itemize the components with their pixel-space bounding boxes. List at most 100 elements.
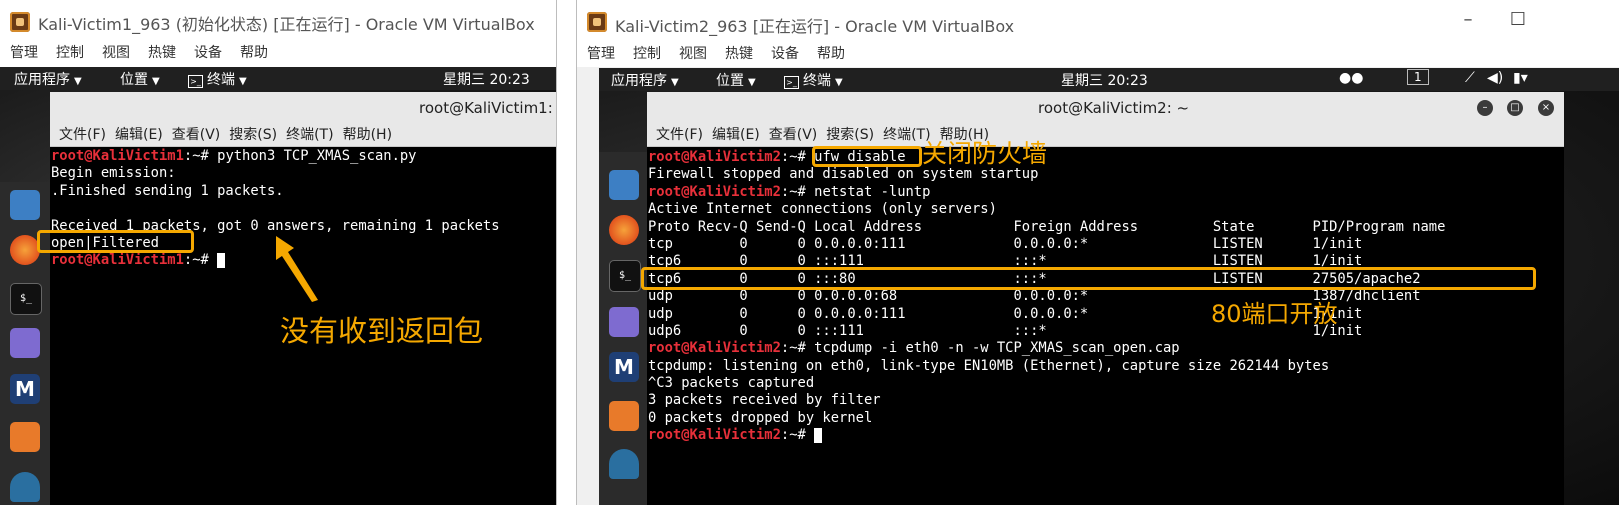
- term-menu-view[interactable]: 查看(V): [769, 124, 818, 146]
- eye-icon[interactable]: [10, 472, 40, 502]
- terminal-line: Proto Recv-Q Send-Q Local Address Foreig…: [648, 218, 1446, 235]
- menu-help[interactable]: 帮助: [240, 43, 268, 63]
- menu-devices[interactable]: 设备: [771, 44, 799, 64]
- terminal-line: tcp 0 0 0.0.0.0:111 0.0.0.0:* LISTEN 1/i…: [648, 235, 1363, 252]
- workspace-indicator[interactable]: 1: [1407, 69, 1429, 85]
- clock[interactable]: 星期三 20:23: [1061, 70, 1148, 90]
- term-menu-edit[interactable]: 编辑(E): [712, 124, 760, 146]
- places-label: 位置: [716, 73, 744, 89]
- metasploit-icon[interactable]: M: [609, 352, 639, 382]
- minimize-icon[interactable]: –: [1477, 100, 1493, 116]
- terminal-window: root@KaliVictim2: ~ – □ × 文件(F) 编辑(E) 查看(V…: [647, 92, 1564, 505]
- menu-view[interactable]: 视图: [102, 43, 130, 63]
- command-text: :~# netstat -luntp: [780, 183, 931, 200]
- notes-icon[interactable]: [609, 307, 639, 337]
- gnome-topbar: 应用程序 ▼ 位置 ▼ >_ 终端 ▼ 星期三 20:23 ●● 1 ⟋ ◀) ▮▾: [599, 68, 1619, 91]
- burpsuite-icon[interactable]: [609, 401, 639, 431]
- clock[interactable]: 星期三 20:23: [443, 69, 530, 89]
- window-title: Kali-Victim1_963 (初始化状态) [正在运行] - Oracle…: [38, 15, 535, 34]
- people-icon[interactable]: ●●: [1339, 70, 1363, 86]
- command-text: :~# python3 TCP_XMAS_scan.py: [183, 148, 417, 164]
- terminal-title: root@KaliVictim1: ~: [419, 99, 557, 117]
- terminal-line: Firewall stopped and disabled on system …: [648, 166, 1039, 183]
- term-menu-edit[interactable]: 编辑(E): [115, 124, 163, 146]
- virtualbox-icon: [10, 12, 30, 32]
- places-label: 位置: [120, 72, 148, 88]
- chevron-down-icon: ▼: [748, 77, 756, 88]
- term-menu-terminal[interactable]: 终端(T): [286, 124, 333, 146]
- metasploit-icon[interactable]: M: [10, 374, 40, 404]
- terminal-line: Active Internet connections (only server…: [648, 201, 997, 218]
- menu-hotkeys[interactable]: 热键: [148, 43, 176, 63]
- highlight-box-ufw-disable: [812, 146, 922, 167]
- burpsuite-icon[interactable]: [10, 422, 40, 452]
- command-text: :~# tcpdump -i eth0 -n -w TCP_XMAS_scan_…: [780, 340, 1180, 357]
- menu-control[interactable]: 控制: [56, 43, 84, 63]
- menu-manage[interactable]: 管理: [587, 44, 615, 64]
- virtualbox-window-victim1: Kali-Victim1_963 (初始化状态) [正在运行] - Oracle…: [0, 0, 557, 505]
- terminal-app-label: 终端: [803, 73, 831, 89]
- eye-icon[interactable]: [609, 449, 639, 479]
- command-text: :~#: [780, 427, 815, 444]
- menu-devices[interactable]: 设备: [194, 43, 222, 63]
- terminal-icon[interactable]: $_: [609, 260, 641, 292]
- menu-manage[interactable]: 管理: [10, 43, 38, 63]
- terminal-line: root@KaliVictim2:~# tcpdump -i eth0 -n -…: [648, 340, 1564, 357]
- term-menu-search[interactable]: 搜索(S): [229, 124, 277, 146]
- window-titlebar[interactable]: Kali-Victim2_963 [正在运行] - Oracle VM Virt…: [577, 0, 1619, 42]
- applications-menu[interactable]: 应用程序 ▼: [611, 70, 679, 90]
- minimize-icon[interactable]: –: [1453, 9, 1483, 30]
- notes-icon[interactable]: [10, 328, 40, 358]
- term-menu-file[interactable]: 文件(F): [656, 124, 703, 146]
- window-title: Kali-Victim2_963 [正在运行] - Oracle VM Virt…: [615, 17, 1015, 36]
- terminal-titlebar[interactable]: root@KaliVictim1: ~: [50, 92, 556, 124]
- terminal-line: root@KaliVictim2:~#: [648, 427, 1564, 444]
- menu-control[interactable]: 控制: [633, 44, 661, 64]
- chevron-down-icon: ▼: [152, 76, 160, 87]
- files-icon[interactable]: [609, 170, 639, 200]
- term-menu-file[interactable]: 文件(F): [59, 124, 106, 146]
- volume-icon[interactable]: ◀): [1487, 70, 1503, 86]
- maximize-icon[interactable]: ☐: [1503, 9, 1533, 30]
- vbox-menubar: 管理 控制 视图 热键 设备 帮助: [577, 42, 1619, 67]
- terminal-small-icon: >_: [784, 76, 799, 89]
- files-icon[interactable]: [10, 190, 40, 220]
- terminal-icon[interactable]: $_: [10, 283, 42, 315]
- terminal-app-menu[interactable]: >_ 终端 ▼: [188, 69, 247, 89]
- menu-help[interactable]: 帮助: [817, 44, 845, 64]
- terminal-menubar: 文件(F) 编辑(E) 查看(V) 搜索(S) 终端(T) 帮助(H): [647, 124, 1564, 147]
- shell-prompt: root@KaliVictim1: [51, 252, 184, 269]
- places-menu[interactable]: 位置 ▼: [716, 70, 756, 90]
- virtualbox-icon: [587, 12, 607, 32]
- firefox-icon[interactable]: [609, 215, 639, 245]
- window-titlebar[interactable]: Kali-Victim1_963 (初始化状态) [正在运行] - Oracle…: [0, 0, 556, 42]
- text-cursor: [814, 427, 823, 443]
- maximize-icon[interactable]: □: [1507, 100, 1523, 116]
- close-icon[interactable]: ×: [1538, 100, 1554, 116]
- menu-view[interactable]: 视图: [679, 44, 707, 64]
- term-menu-search[interactable]: 搜索(S): [826, 124, 874, 146]
- firefox-icon[interactable]: [10, 235, 40, 265]
- gnome-topbar: 应用程序 ▼ 位置 ▼ >_ 终端 ▼ 星期三 20:23: [0, 67, 556, 90]
- terminal-app-label: 终端: [207, 72, 235, 88]
- text-cursor: [217, 252, 226, 268]
- power-icon[interactable]: ▮▾: [1513, 70, 1528, 86]
- terminal-line: root@KaliVictim1:~# python3 TCP_XMAS_sca…: [51, 148, 556, 165]
- terminal-line: 3 packets received by filter: [648, 392, 881, 409]
- terminal-app-menu[interactable]: >_ 终端 ▼: [784, 70, 843, 90]
- terminal-output[interactable]: root@KaliVictim2:~# ufw disable Firewall…: [647, 147, 1564, 505]
- places-menu[interactable]: 位置 ▼: [120, 69, 160, 89]
- terminal-small-icon: >_: [188, 75, 203, 88]
- term-menu-help[interactable]: 帮助(H): [343, 124, 392, 146]
- highlight-box-port-80: [641, 267, 1536, 290]
- network-icon[interactable]: ⟋: [1465, 70, 1475, 86]
- terminal-line: ^C3 packets captured: [648, 375, 815, 392]
- terminal-titlebar[interactable]: root@KaliVictim2: ~ – □ ×: [647, 92, 1564, 124]
- applications-menu[interactable]: 应用程序 ▼: [14, 69, 82, 89]
- shell-prompt: root@KaliVictim2: [648, 149, 781, 165]
- term-menu-view[interactable]: 查看(V): [172, 124, 221, 146]
- menu-hotkeys[interactable]: 热键: [725, 44, 753, 64]
- terminal-line: udp 0 0 0.0.0.0:68 0.0.0.0:* 1387/dhclie…: [648, 288, 1421, 305]
- terminal-title: root@KaliVictim2: ~: [1038, 99, 1190, 117]
